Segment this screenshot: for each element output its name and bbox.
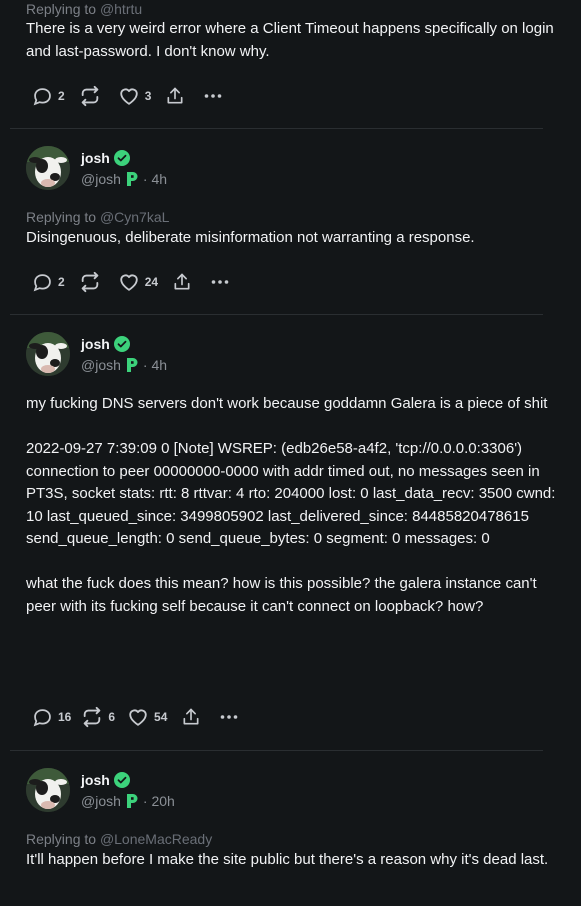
repost-count: 6: [108, 710, 116, 724]
reply-button[interactable]: 2: [32, 86, 65, 107]
cow-avatar-icon: [26, 768, 70, 812]
repost-icon: [81, 85, 98, 107]
display-name[interactable]: josh: [81, 772, 110, 788]
name-row: josh: [81, 336, 130, 352]
share-button[interactable]: [181, 707, 201, 727]
repost-icon: [84, 706, 101, 728]
reply-count: 2: [58, 275, 65, 289]
repost-button[interactable]: [79, 271, 106, 293]
handle-row: @josh · 4h: [81, 357, 167, 373]
handle-row: @josh · 4h: [81, 171, 167, 187]
verified-badge-icon: [113, 150, 130, 166]
replying-label: Replying to: [26, 831, 97, 847]
replying-handle-link[interactable]: @LoneMacReady: [100, 831, 212, 847]
reply-count: 2: [58, 89, 65, 103]
share-button[interactable]: [165, 86, 185, 106]
user-handle[interactable]: @josh: [81, 357, 121, 373]
like-count: 54: [154, 710, 168, 724]
post-text: my fucking DNS servers don't work becaus…: [26, 395, 556, 615]
more-icon: [221, 715, 238, 719]
repost-button[interactable]: [79, 85, 106, 107]
reply-icon: [33, 273, 51, 291]
replying-label: Replying to: [26, 1, 97, 17]
replying-handle-link[interactable]: @Cyn7kaL: [100, 209, 169, 225]
replying-label: Replying to: [26, 209, 97, 225]
avatar[interactable]: [26, 146, 70, 190]
post-time[interactable]: · 20h: [143, 793, 175, 809]
pro-badge-icon: [126, 172, 138, 186]
avatar[interactable]: [26, 332, 70, 376]
more-icon: [211, 280, 229, 284]
share-button[interactable]: [172, 272, 192, 292]
avatar[interactable]: [26, 768, 70, 812]
post[interactable]: josh @josh · 4h Replying to @Cyn7kaL Dis…: [0, 129, 581, 314]
like-button[interactable]: 3: [118, 85, 152, 107]
replying-handle-link[interactable]: @htrtu: [100, 1, 142, 17]
post-actions: 16 6 54: [32, 705, 239, 729]
name-row: josh: [81, 772, 130, 788]
replying-to: Replying to @Cyn7kaL: [26, 209, 169, 226]
heart-icon: [119, 88, 138, 105]
post-text: There is a very weird error where a Clie…: [26, 20, 558, 60]
repost-icon: [81, 271, 98, 293]
like-count: 3: [144, 89, 152, 103]
reply-count: 16: [58, 710, 72, 724]
replying-to: Replying to @htrtu: [26, 1, 142, 18]
more-icon: [205, 94, 222, 98]
replying-to: Replying to @LoneMacReady: [26, 831, 212, 848]
display-name[interactable]: josh: [81, 150, 110, 166]
cow-avatar-icon: [26, 146, 70, 190]
user-handle[interactable]: @josh: [81, 171, 121, 187]
display-name[interactable]: josh: [81, 336, 110, 352]
verified-badge-icon: [113, 772, 130, 788]
more-button[interactable]: [219, 707, 239, 727]
heart-icon: [129, 709, 147, 726]
user-handle[interactable]: @josh: [81, 793, 121, 809]
name-row: josh: [81, 150, 130, 166]
reply-button[interactable]: 2: [32, 272, 65, 293]
like-count: 24: [144, 275, 159, 289]
verified-badge-icon: [113, 336, 130, 352]
more-button[interactable]: [210, 272, 230, 292]
like-button[interactable]: 24: [118, 271, 158, 293]
more-button[interactable]: [203, 86, 223, 106]
post[interactable]: Replying to @htrtu There is a very weird…: [0, 0, 581, 128]
pro-badge-icon: [126, 358, 138, 372]
post[interactable]: josh @josh · 20h Replying to @LoneMacRea…: [0, 751, 581, 906]
reply-button[interactable]: 16: [32, 707, 71, 728]
share-icon: [174, 273, 190, 290]
handle-row: @josh · 20h: [81, 793, 175, 809]
post[interactable]: josh @josh · 4h my fucking DNS servers d…: [0, 315, 581, 750]
post-time[interactable]: · 4h: [143, 357, 167, 373]
post-actions: 2 24: [32, 270, 230, 294]
reply-icon: [33, 87, 51, 105]
post-actions: 2 3: [32, 84, 223, 108]
share-icon: [167, 87, 183, 104]
post-time[interactable]: · 4h: [143, 171, 167, 187]
heart-icon: [119, 274, 138, 291]
reply-icon: [33, 708, 51, 726]
share-icon: [183, 708, 199, 725]
cow-avatar-icon: [26, 332, 70, 376]
pro-badge-icon: [126, 794, 138, 808]
like-button[interactable]: 54: [127, 706, 167, 728]
post-text: It'll happen before I make the site publ…: [26, 851, 549, 868]
repost-button[interactable]: 6: [81, 706, 115, 728]
post-text: Disingenuous, deliberate misinformation …: [26, 229, 475, 246]
